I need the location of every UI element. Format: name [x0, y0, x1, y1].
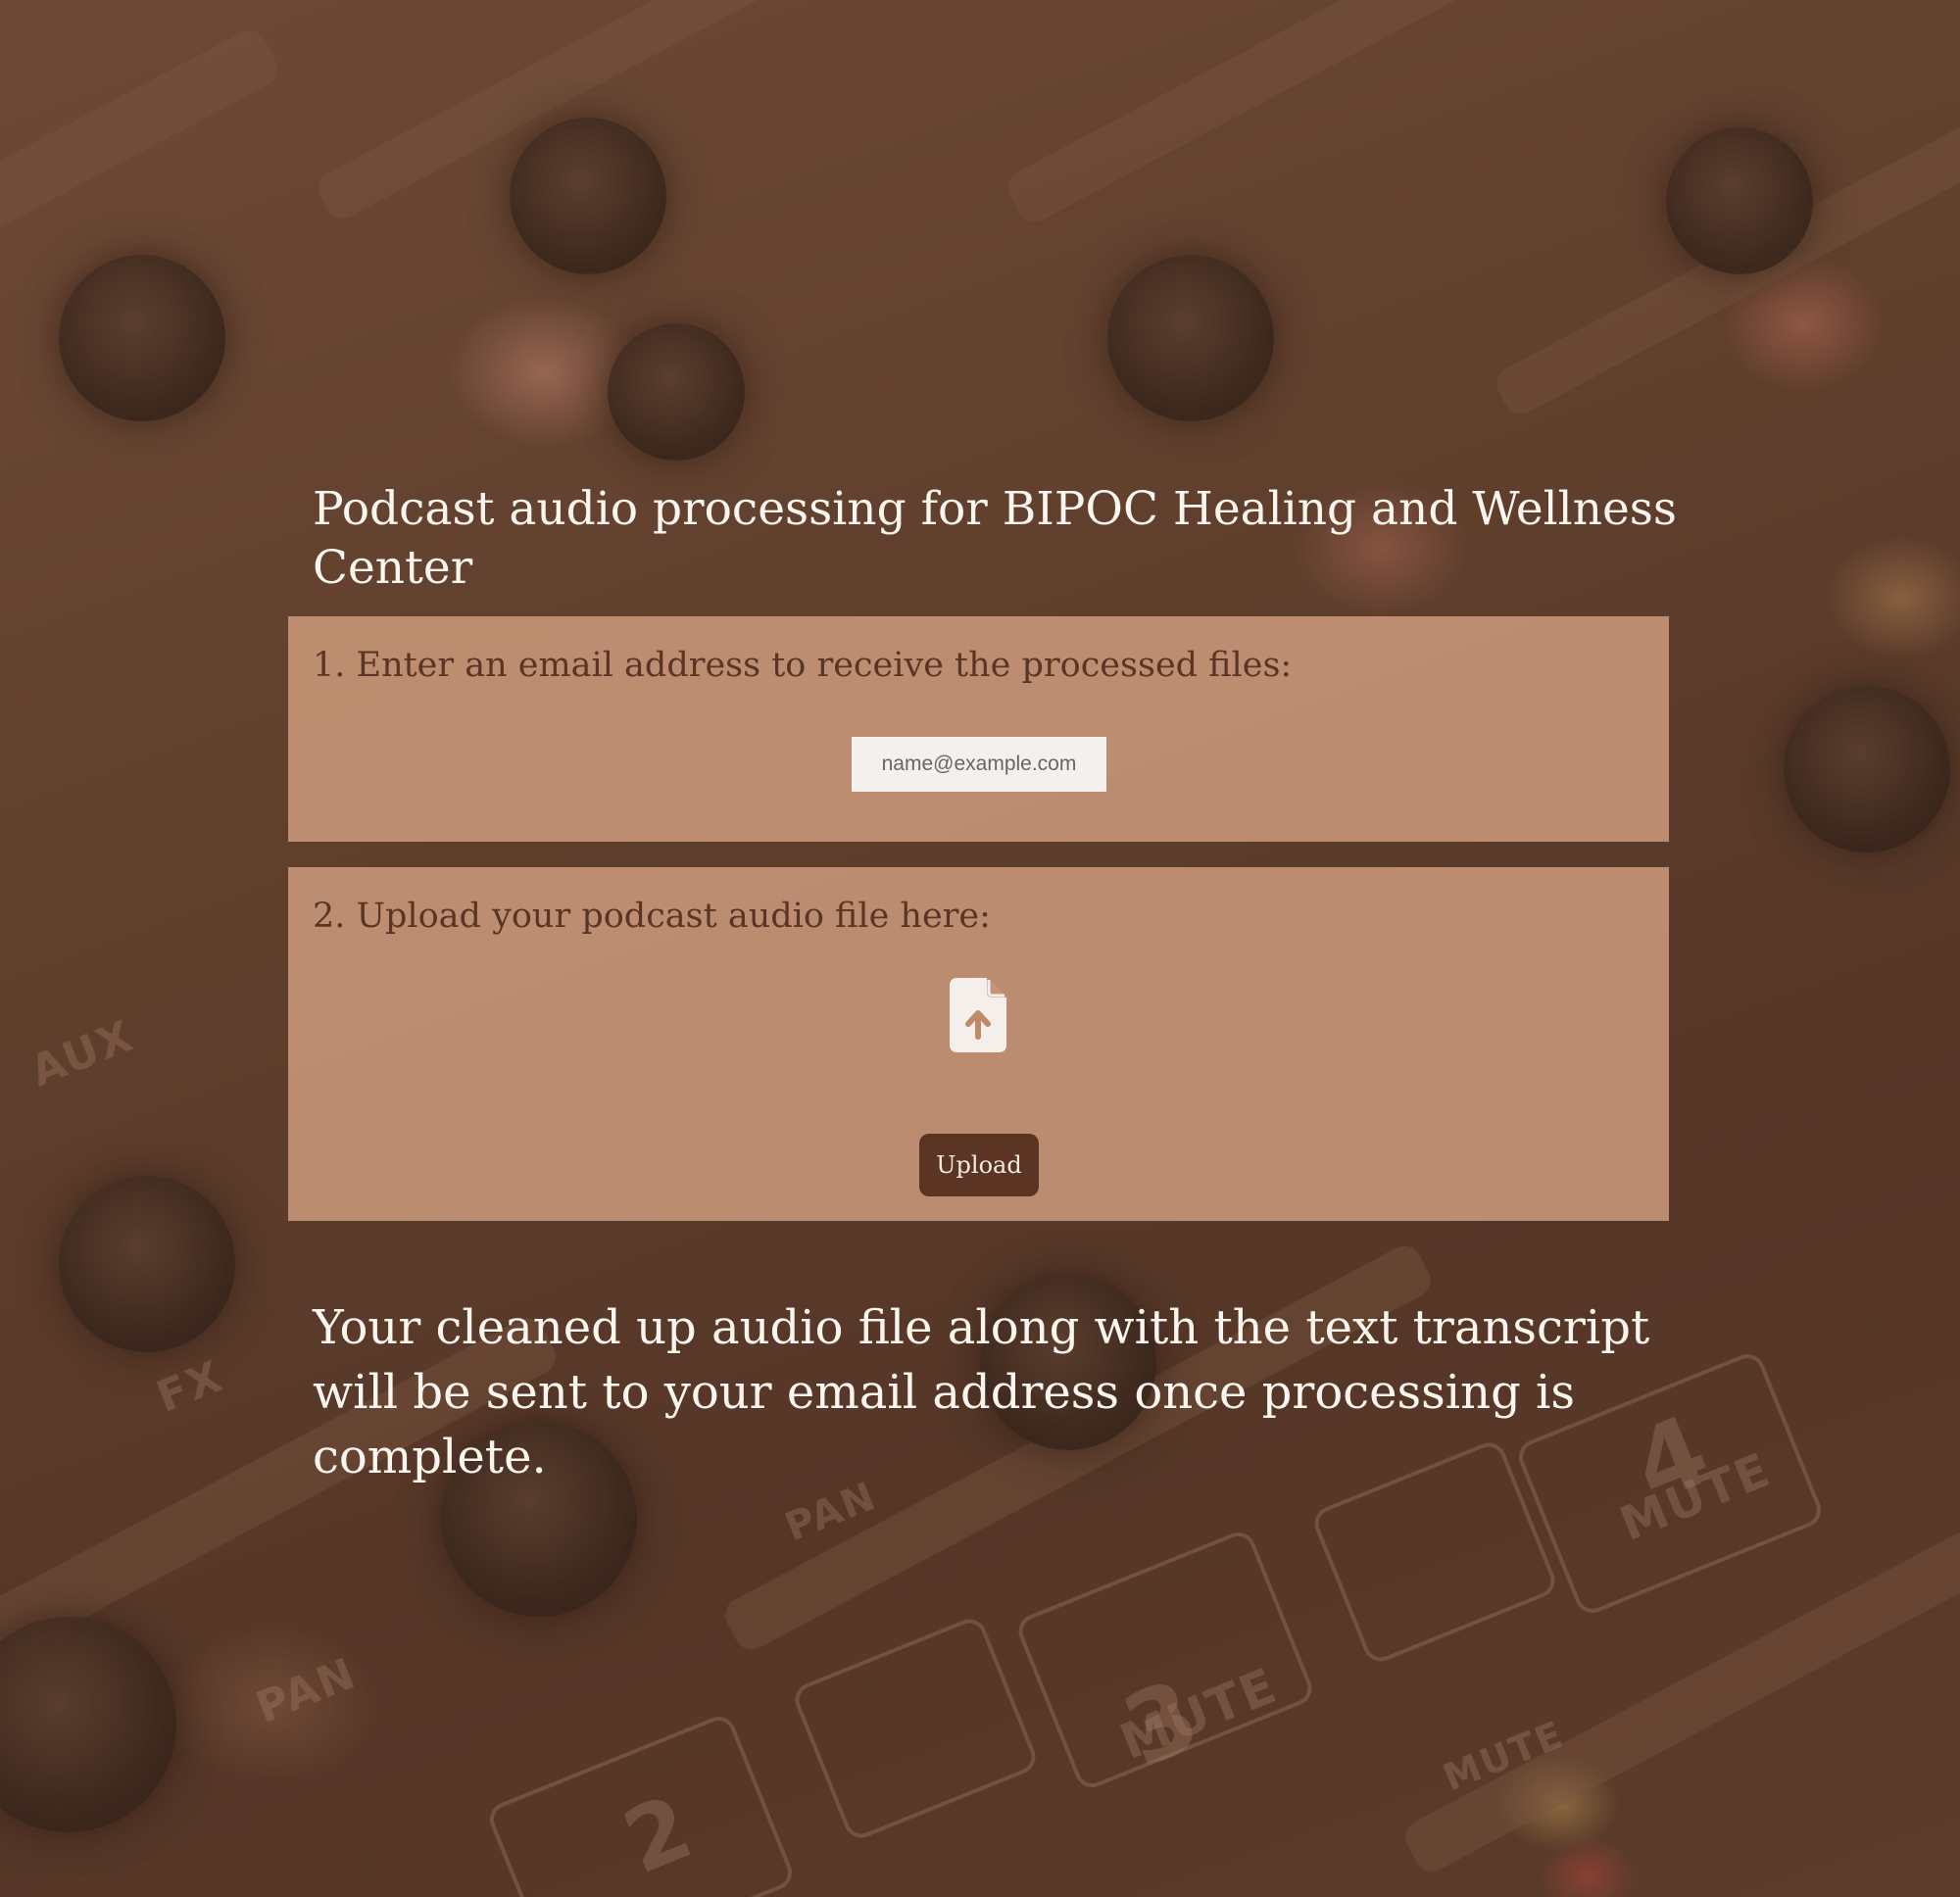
main-content: Podcast audio processing for BIPOC Heali…	[0, 0, 1960, 1897]
email-section-label: 1. Enter an email address to receive the…	[313, 646, 1293, 685]
email-input[interactable]	[852, 737, 1106, 792]
processing-notice: Your cleaned up audio file along with th…	[313, 1300, 1650, 1484]
email-section: 1. Enter an email address to receive the…	[288, 616, 1669, 842]
upload-button[interactable]: Upload	[919, 1134, 1039, 1196]
upload-section: 2. Upload your podcast audio file here: …	[288, 867, 1669, 1221]
upload-section-label: 2. Upload your podcast audio file here:	[313, 897, 991, 936]
file-upload-icon[interactable]	[950, 978, 1006, 1052]
page-title: Podcast audio processing for BIPOC Heali…	[313, 482, 1678, 595]
